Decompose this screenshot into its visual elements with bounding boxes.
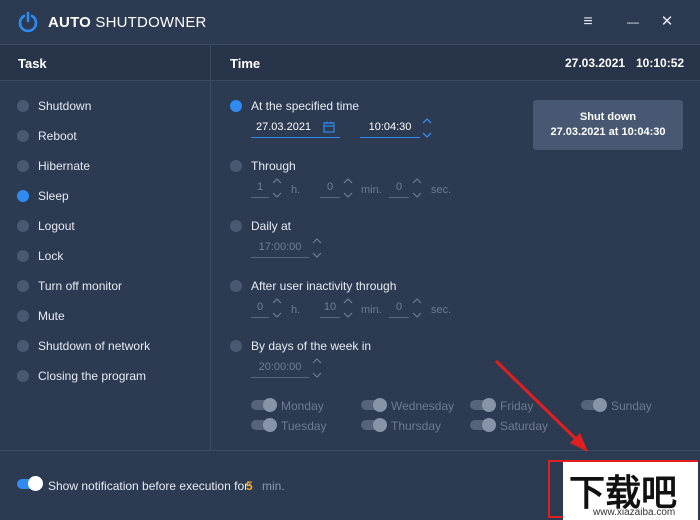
task-label: Lock — [38, 249, 64, 263]
inactivity-minutes-spinner-icon[interactable] — [343, 297, 353, 319]
daily-spinner-icon[interactable] — [312, 237, 322, 259]
inactivity-hours-field[interactable]: 0 — [251, 298, 269, 318]
task-label: Mute — [38, 309, 65, 323]
minimize-icon[interactable]: — — [621, 10, 645, 34]
radio-button[interactable] — [17, 250, 29, 262]
radio-button[interactable] — [17, 340, 29, 352]
toggle-switch[interactable] — [361, 398, 387, 412]
minutes-field[interactable]: 0 — [320, 178, 340, 198]
column-divider — [210, 44, 211, 450]
title-bar: AUTO SHUTDOWNER ≡ — ✕ — [0, 0, 700, 44]
inactivity-seconds-field[interactable]: 0 — [389, 298, 409, 318]
notification-minutes-value[interactable]: 5 — [246, 479, 253, 493]
seconds-unit: sec. — [431, 184, 452, 196]
weekday-time-field[interactable]: 20:00:00 — [251, 358, 309, 378]
radio-button[interactable] — [17, 160, 29, 172]
day-label: Monday — [281, 399, 324, 413]
notification-toggle[interactable] — [17, 476, 43, 491]
hours-spinner-icon[interactable] — [272, 177, 282, 199]
task-label: Reboot — [38, 129, 77, 143]
time-field[interactable]: 10:04:30 — [360, 118, 420, 138]
hours-unit: h. — [291, 184, 301, 196]
minutes-spinner-icon[interactable] — [343, 177, 353, 199]
time-spinner-icon[interactable] — [422, 117, 432, 139]
watermark-logo: 下载吧 www.xiazaiba.com — [563, 462, 698, 520]
task-label: Sleep — [38, 189, 69, 203]
column-header: Task Time 27.03.2021 10:10:52 — [0, 44, 700, 81]
radio-button[interactable] — [230, 220, 242, 232]
menu-icon[interactable]: ≡ — [576, 10, 600, 34]
hours-field[interactable]: 1 — [251, 178, 269, 198]
seconds-field[interactable]: 0 — [389, 178, 409, 198]
task-label: Closing the program — [38, 369, 147, 383]
current-time: 10:10:52 — [636, 56, 685, 70]
radio-button[interactable] — [230, 340, 242, 352]
shut-down-datetime: 27.03.2021 at 10:04:30 — [550, 126, 666, 138]
minutes-unit: min. — [361, 184, 382, 196]
app-title: AUTO SHUTDOWNER — [48, 14, 207, 31]
radio-button[interactable] — [17, 310, 29, 322]
task-label: Shutdown — [38, 99, 92, 113]
current-date: 27.03.2021 — [565, 56, 626, 70]
shut-down-button[interactable]: Shut down 27.03.2021 at 10:04:30 — [533, 100, 683, 150]
inactivity-seconds-spinner-icon[interactable] — [412, 297, 422, 319]
inactivity-minutes-field[interactable]: 10 — [320, 298, 340, 318]
option-label: Through — [251, 159, 296, 173]
calendar-icon[interactable] — [323, 121, 335, 133]
day-label: Tuesday — [281, 419, 327, 433]
option-label: By days of the week in — [251, 339, 372, 353]
radio-button[interactable] — [230, 280, 242, 292]
toggle-switch[interactable] — [361, 418, 387, 432]
power-icon — [18, 11, 38, 33]
option-label: After user inactivity through — [251, 279, 397, 293]
annotation-arrow-icon — [494, 359, 588, 452]
daily-time-field[interactable]: 17:00:00 — [251, 238, 309, 258]
day-label: Wednesday — [391, 399, 455, 413]
task-heading: Task — [18, 56, 47, 71]
task-label: Hibernate — [38, 159, 91, 173]
notification-unit: min. — [262, 479, 285, 493]
radio-button[interactable] — [17, 220, 29, 232]
radio-button[interactable] — [230, 160, 242, 172]
watermark-url: www.xiazaiba.com — [593, 507, 676, 518]
radio-button[interactable] — [17, 280, 29, 292]
seconds-spinner-icon[interactable] — [412, 177, 422, 199]
day-label: Thursday — [391, 419, 442, 433]
radio-button[interactable] — [17, 370, 29, 382]
toggle-switch[interactable] — [251, 398, 277, 412]
option-label: Daily at — [251, 219, 292, 233]
radio-button-selected[interactable] — [230, 100, 242, 112]
close-icon[interactable]: ✕ — [655, 10, 679, 34]
inactivity-hours-spinner-icon[interactable] — [272, 297, 282, 319]
minutes-unit: min. — [361, 304, 382, 316]
notification-label: Show notification before execution for: — [48, 479, 252, 493]
hours-unit: h. — [291, 304, 301, 316]
time-heading: Time — [230, 56, 261, 71]
radio-button-selected[interactable] — [17, 190, 29, 202]
seconds-unit: sec. — [431, 304, 452, 316]
task-label: Shutdown of network — [38, 339, 151, 353]
toggle-switch[interactable] — [251, 418, 277, 432]
shut-down-label: Shut down — [579, 111, 637, 123]
option-label: At the specified time — [251, 99, 360, 113]
radio-button[interactable] — [17, 130, 29, 142]
radio-button[interactable] — [17, 100, 29, 112]
task-label: Logout — [38, 219, 75, 233]
task-label: Turn off monitor — [38, 279, 123, 293]
weekday-spinner-icon[interactable] — [312, 357, 322, 379]
day-label: Sunday — [611, 399, 652, 413]
